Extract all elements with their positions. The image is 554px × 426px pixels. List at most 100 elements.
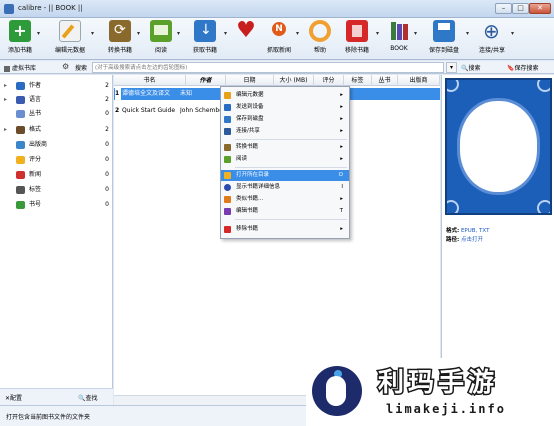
submenu-arrow-icon: ▸	[340, 156, 343, 162]
convert-small-icon	[224, 144, 231, 151]
column-author[interactable]: 作者	[186, 75, 226, 86]
library-small-icon	[4, 65, 10, 72]
get-books-dropdown[interactable]: ▾	[224, 30, 227, 37]
menu-item-show-book-details[interactable]: 显示书籍详细信息 I	[221, 182, 349, 193]
convert-books-button[interactable]: 转换书籍	[104, 20, 136, 58]
fetch-news-button[interactable]: 抓取新闻	[262, 20, 296, 58]
minimize-button[interactable]: –	[495, 3, 512, 14]
edit-book-icon	[224, 208, 231, 215]
menu-shortcut: T	[339, 208, 343, 214]
connect-share-button[interactable]: 连接/共享	[474, 19, 510, 58]
search-input[interactable]	[92, 62, 444, 73]
book-list-header: 书名 作者 日期 大小 (MB) 评分 标签 丛书 出版商	[114, 75, 440, 86]
connect-dropdown[interactable]: ▾	[511, 30, 514, 37]
menu-item-connect-share[interactable]: 连接/共享 ▸	[221, 126, 349, 137]
read-button[interactable]: 阅读	[146, 20, 176, 58]
tag-browser-item-identifiers[interactable]: 书号 0	[0, 198, 113, 212]
help-button[interactable]: 帮助	[306, 20, 334, 58]
watermark: 利玛手游 limakeji.info	[306, 358, 554, 426]
get-books-button[interactable]: 获取书籍	[188, 20, 222, 58]
menu-item-edit-metadata[interactable]: 编辑元数据 ▸	[221, 90, 349, 101]
watermark-logo-icon	[312, 366, 362, 416]
find-label: 查找	[85, 395, 98, 402]
convert-books-label: 转换书籍	[107, 47, 132, 54]
menu-item-edit-book[interactable]: 编辑书籍 T	[221, 206, 349, 217]
menu-item-read[interactable]: 阅读 ▸	[221, 154, 349, 165]
convert-icon	[109, 20, 131, 42]
tag-browser-item-formats[interactable]: ▸ 格式 2	[0, 123, 113, 137]
menu-item-label: 编辑书籍	[236, 208, 259, 214]
configure-button[interactable]: ✕配置	[5, 393, 22, 402]
watermark-subtitle: limakeji.info	[386, 402, 506, 416]
column-title[interactable]: 书名	[114, 75, 186, 86]
find-button[interactable]: 🔍查找	[78, 393, 98, 402]
formats-info: 格式: EPUB, TXT	[446, 226, 489, 234]
donate-button[interactable]: ♥	[232, 20, 260, 58]
expand-arrow-icon[interactable]: ▸	[4, 93, 7, 107]
tag-label: 出版商	[29, 141, 48, 148]
tag-browser-item-news[interactable]: 新闻 0	[0, 168, 113, 182]
connect-share-label: 连接/共享	[478, 47, 506, 54]
edit-metadata-small-icon	[224, 92, 231, 99]
convert-dropdown[interactable]: ▾	[137, 30, 140, 37]
column-rating[interactable]: 评分	[314, 75, 344, 86]
column-tags[interactable]: 标签	[344, 75, 372, 86]
maximize-button[interactable]: □	[512, 3, 529, 14]
save-to-disk-button[interactable]: 保存到磁盘	[424, 20, 464, 58]
menu-item-remove-books[interactable]: 移除书籍 ▸	[221, 224, 349, 235]
info-icon	[224, 184, 231, 191]
path-label: 路径:	[446, 237, 460, 243]
edit-metadata-button[interactable]: 编辑元数据	[50, 20, 90, 58]
similar-books-icon	[224, 196, 231, 203]
remove-books-dropdown[interactable]: ▾	[376, 30, 379, 37]
menu-item-open-containing-folder[interactable]: 打开所在目录 O	[221, 170, 349, 181]
tag-browser-item-tags[interactable]: 标签 0	[0, 183, 113, 197]
submenu-arrow-icon: ▸	[340, 128, 343, 134]
tag-label: 语言	[29, 96, 42, 103]
book-details-panel: 格式: EPUB, TXT 路径: 点击打开	[441, 75, 554, 405]
library-button[interactable]: BOOK	[386, 20, 412, 58]
expand-arrow-icon[interactable]: ▸	[4, 123, 7, 137]
tag-browser-item-languages[interactable]: ▸ 语言 2	[0, 93, 113, 107]
expand-arrow-icon[interactable]: ▸	[4, 79, 7, 93]
tag-browser-item-publishers[interactable]: 出版商 0	[0, 138, 113, 152]
book-cover[interactable]	[445, 78, 552, 215]
remove-books-button[interactable]: 移除书籍	[340, 20, 374, 58]
add-books-dropdown[interactable]: ▾	[37, 30, 40, 37]
fetch-news-dropdown[interactable]: ▾	[296, 30, 299, 37]
column-series[interactable]: 丛书	[372, 75, 398, 86]
edit-metadata-dropdown[interactable]: ▾	[91, 30, 94, 37]
publishers-icon	[16, 141, 25, 149]
menu-item-similar-books[interactable]: 类似书籍... ▸	[221, 194, 349, 205]
languages-icon	[16, 96, 25, 104]
path-link[interactable]: 点击打开	[461, 237, 483, 243]
tag-count: 2	[105, 96, 109, 103]
column-publisher[interactable]: 出版商	[398, 75, 440, 86]
formats-value[interactable]: EPUB, TXT	[461, 228, 489, 234]
read-dropdown[interactable]: ▾	[177, 30, 180, 37]
cover-frame	[457, 98, 540, 195]
tag-browser-item-series[interactable]: 丛书 0	[0, 107, 113, 121]
gear-icon[interactable]: ⚙	[62, 62, 69, 71]
search-label: 搜索	[75, 65, 88, 72]
column-size[interactable]: 大小 (MB)	[274, 75, 314, 86]
menu-item-save-to-disk[interactable]: 保存到磁盘 ▸	[221, 114, 349, 125]
read-icon	[150, 20, 172, 42]
menu-item-label: 保存到磁盘	[236, 116, 264, 122]
search-history-dropdown[interactable]: ▾	[446, 62, 457, 73]
column-date[interactable]: 日期	[226, 75, 274, 86]
remove-icon	[346, 20, 368, 42]
menu-item-label: 显示书籍详细信息	[236, 184, 281, 190]
add-books-button[interactable]: + 添加书籍	[3, 20, 37, 58]
menu-item-send-to-device[interactable]: 发送到设备 ▸	[221, 102, 349, 113]
virtual-library-button[interactable]: 虚拟书库	[4, 63, 36, 72]
menu-item-label: 打开所在目录	[236, 172, 270, 178]
close-button[interactable]: ✕	[529, 3, 551, 14]
search-button[interactable]: 🔍搜索	[461, 63, 481, 72]
save-dropdown[interactable]: ▾	[466, 30, 469, 37]
menu-item-convert-books[interactable]: 转换书籍 ▸	[221, 142, 349, 153]
saved-search-button[interactable]: 🔖保存搜索	[507, 63, 539, 72]
tag-browser-item-authors[interactable]: ▸ 作者 2	[0, 79, 113, 93]
tag-browser-item-rating[interactable]: 评分 0	[0, 153, 113, 167]
library-dropdown[interactable]: ▾	[414, 30, 417, 37]
